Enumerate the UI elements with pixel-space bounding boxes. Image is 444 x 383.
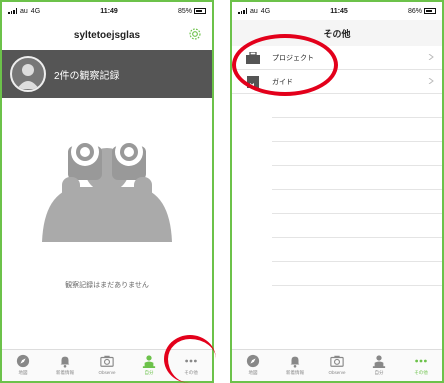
tab-me[interactable]: 自分 — [361, 354, 397, 376]
network-label: 4G — [260, 7, 271, 15]
book-icon — [246, 75, 260, 88]
briefcase-icon — [246, 51, 260, 64]
nav-bar: その他 — [232, 20, 442, 46]
battery-percent: 85% — [177, 7, 192, 15]
camera-icon — [100, 355, 114, 367]
empty-row — [272, 262, 442, 286]
right-phone-screen: au 4G 11:45 86% その他 プロジェクト ガイド 地図 新着情報 O… — [230, 0, 444, 383]
tab-label: 自分 — [374, 370, 384, 375]
tab-observe[interactable]: Observe — [319, 354, 355, 375]
binoculars-illustration-icon — [42, 138, 172, 242]
tab-bar: 地図 新着情報 Observe 自分 その他 — [232, 349, 442, 381]
nav-bar: syltetoejsglas — [2, 20, 212, 50]
record-count-label: 2件の観察記録 — [54, 70, 120, 82]
tab-news[interactable]: 新着情報 — [277, 354, 313, 376]
menu-item-label: プロジェクト — [272, 54, 314, 62]
page-title: その他 — [323, 28, 351, 39]
more-icon — [185, 359, 197, 363]
bell-icon — [290, 356, 300, 368]
empty-row — [272, 214, 442, 238]
bell-icon — [60, 356, 70, 368]
clock: 11:49 — [100, 7, 118, 15]
battery-percent: 86% — [407, 7, 422, 15]
tab-label: 地図 — [18, 370, 28, 375]
chevron-right-icon — [428, 78, 434, 84]
tab-label: 新着情報 — [286, 370, 304, 375]
chevron-right-icon — [428, 54, 434, 60]
signal-icon — [238, 8, 247, 14]
tab-label: 地図 — [248, 370, 258, 375]
compass-icon — [16, 354, 30, 368]
status-bar: au 4G 11:45 86% — [232, 2, 442, 20]
gear-icon[interactable] — [188, 27, 202, 41]
tab-label: Observe — [98, 370, 116, 375]
menu-item-guides[interactable]: ガイド — [232, 70, 442, 94]
left-phone-screen: au 4G 11:49 85% syltetoejsglas 2件の観察記録 観… — [0, 0, 214, 383]
tab-label: 新着情報 — [56, 370, 74, 375]
tab-more[interactable]: その他 — [403, 354, 439, 376]
empty-row — [272, 142, 442, 166]
tab-map[interactable]: 地図 — [5, 354, 41, 376]
page-title: syltetoejsglas — [73, 29, 141, 41]
tab-news[interactable]: 新着情報 — [47, 354, 83, 376]
empty-row — [272, 190, 442, 214]
battery-icon — [194, 8, 206, 14]
battery-icon — [424, 8, 436, 14]
empty-state-message: 観察記録はまだありません — [65, 282, 149, 289]
camera-icon — [330, 355, 344, 367]
compass-icon — [246, 354, 260, 368]
empty-row — [272, 118, 442, 142]
tab-map[interactable]: 地図 — [235, 354, 271, 376]
network-label: 4G — [30, 7, 41, 15]
status-bar: au 4G 11:49 85% — [2, 2, 212, 20]
person-icon — [372, 355, 386, 368]
tab-observe[interactable]: Observe — [89, 354, 125, 375]
avatar[interactable] — [10, 56, 46, 92]
more-icon — [415, 359, 427, 363]
user-silhouette-icon — [17, 64, 39, 89]
signal-icon — [8, 8, 17, 14]
tab-label: その他 — [414, 370, 428, 375]
tab-label: Observe — [328, 370, 346, 375]
menu-item-projects[interactable]: プロジェクト — [232, 46, 442, 70]
tab-me[interactable]: 自分 — [131, 354, 167, 376]
tab-label: その他 — [184, 370, 198, 375]
clock: 11:45 — [330, 7, 348, 15]
menu-item-label: ガイド — [272, 78, 293, 86]
profile-banner[interactable]: 2件の観察記録 — [2, 50, 212, 98]
settings-menu: プロジェクト ガイド — [232, 46, 442, 286]
tab-label: 自分 — [144, 370, 154, 375]
tab-more[interactable]: その他 — [173, 354, 209, 376]
person-icon — [142, 355, 156, 368]
carrier-label: au — [20, 7, 28, 15]
carrier-label: au — [250, 7, 258, 15]
empty-row — [272, 238, 442, 262]
tab-bar: 地図 新着情報 Observe 自分 その他 — [2, 349, 212, 381]
empty-row — [272, 94, 442, 118]
empty-row — [272, 166, 442, 190]
